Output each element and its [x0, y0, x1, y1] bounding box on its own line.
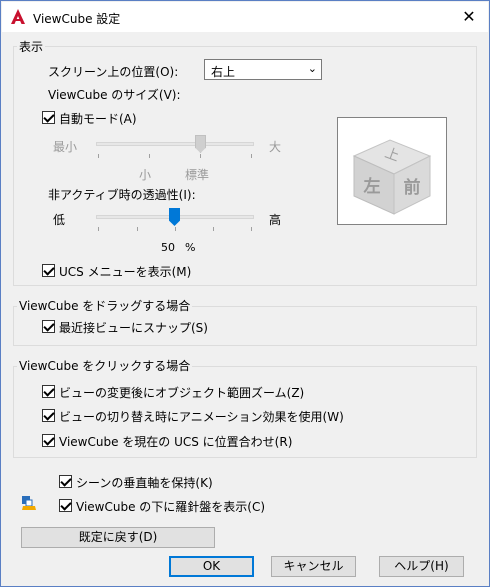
viewcube-settings-dialog: ViewCube 設定 ✕ 表示 スクリーン上の位置(O): 右上 ⌄ View…: [0, 0, 490, 587]
cube-left-face-label: 左: [364, 176, 381, 197]
size-standard-label: 標準: [185, 168, 210, 182]
screen-position-value: 右上: [211, 65, 236, 79]
zoom-extents-label: ビューの変更後にオブジェクト範囲ズーム(Z): [59, 386, 305, 400]
orient-to-ucs-checkbox[interactable]: [42, 434, 55, 447]
opacity-value: 50: [161, 241, 175, 254]
display-group-title: 表示: [17, 38, 46, 55]
size-small-label: 小: [139, 168, 152, 182]
opacity-tick: [213, 227, 214, 231]
drag-group-title: ViewCube をドラッグする場合: [17, 297, 193, 314]
opacity-high-label: 高: [269, 213, 282, 227]
orient-to-ucs-label: ViewCube を現在の UCS に位置合わせ(R): [59, 435, 293, 449]
animate-transition-checkbox[interactable]: [42, 409, 55, 422]
auto-mode-checkbox[interactable]: [42, 111, 55, 124]
size-tick: [98, 154, 99, 158]
ucs-menu-checkbox[interactable]: [42, 264, 55, 277]
snap-to-view-label: 最近接ビューにスナップ(S): [59, 321, 208, 335]
animate-transition-label: ビューの切り替え時にアニメーション効果を使用(W): [59, 410, 344, 424]
ucs-menu-label: UCS メニューを表示(M): [59, 265, 192, 279]
opacity-tick: [98, 227, 99, 231]
snap-to-view-checkbox[interactable]: [42, 320, 55, 333]
viewcube-preview: 上 左 前: [337, 117, 447, 225]
title-bar: ViewCube 設定 ✕: [2, 2, 488, 32]
show-compass-label: ViewCube の下に羅針盤を表示(C): [76, 500, 266, 514]
restore-defaults-button[interactable]: 既定に戻す(D): [21, 527, 215, 548]
size-tick: [149, 154, 150, 158]
help-button[interactable]: ヘルプ(H): [379, 556, 464, 577]
cancel-button[interactable]: キャンセル: [271, 556, 356, 577]
opacity-low-label: 低: [53, 213, 66, 227]
close-icon: ✕: [462, 7, 476, 26]
compass-icon: [22, 496, 36, 510]
chevron-down-icon: ⌄: [307, 62, 317, 75]
autocad-app-icon: [11, 9, 25, 24]
close-button[interactable]: ✕: [454, 4, 484, 30]
zoom-extents-checkbox[interactable]: [42, 385, 55, 398]
size-min-label: 最小: [53, 140, 78, 154]
screen-position-label: スクリーン上の位置(O):: [48, 65, 179, 79]
window-title: ViewCube 設定: [33, 12, 121, 26]
screen-position-select[interactable]: 右上 ⌄: [204, 59, 322, 80]
opacity-tick: [251, 227, 252, 231]
viewcube-preview-icon: 上 左 前: [352, 139, 432, 215]
size-max-label: 大: [269, 140, 282, 154]
opacity-tick: [175, 227, 176, 231]
size-tick: [251, 154, 252, 158]
keep-scene-upright-checkbox[interactable]: [59, 475, 72, 488]
size-slider-track[interactable]: [96, 142, 254, 146]
opacity-tick: [137, 227, 138, 231]
click-group-title: ViewCube をクリックする場合: [17, 357, 193, 374]
size-tick: [200, 154, 201, 158]
keep-scene-upright-label: シーンの垂直軸を保持(K): [76, 476, 213, 490]
inactive-opacity-label: 非アクティブ時の透過性(I):: [48, 188, 196, 202]
show-compass-checkbox[interactable]: [59, 499, 72, 512]
cube-size-label: ViewCube のサイズ(V):: [48, 88, 181, 102]
ok-button[interactable]: OK: [169, 556, 254, 577]
auto-mode-label: 自動モード(A): [59, 112, 137, 126]
cube-front-face-label: 前: [404, 177, 421, 198]
opacity-unit: %: [185, 241, 196, 254]
